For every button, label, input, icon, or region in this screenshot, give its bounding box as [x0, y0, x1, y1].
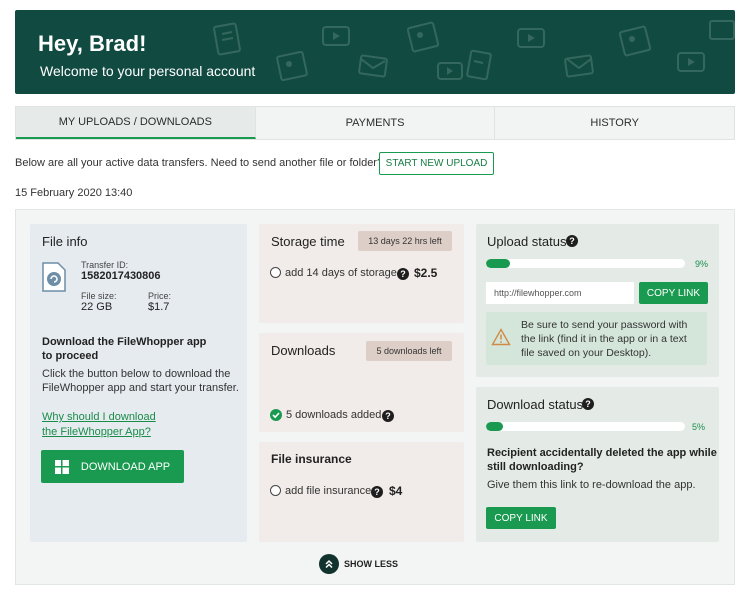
download-heading-line1: Download the FileWhopper app	[42, 336, 207, 348]
insurance-price: $4	[389, 484, 403, 498]
download-app-button[interactable]: DOWNLOAD APP	[41, 450, 184, 483]
transfer-date: 15 February 2020 13:40	[15, 187, 133, 199]
add-insurance-radio[interactable]	[270, 485, 281, 496]
storage-time-title: Storage time	[271, 234, 345, 249]
show-less-label: SHOW LESS	[344, 559, 399, 569]
video-icon	[437, 62, 463, 80]
upload-link-field[interactable]: http://filewhopper.com	[486, 282, 634, 304]
file-info-title: File info	[42, 234, 88, 249]
price-value: $1.7	[148, 301, 170, 313]
mail-icon	[709, 20, 735, 40]
downloads-badge: 5 downloads left	[366, 341, 452, 361]
download-app-label: DOWNLOAD APP	[80, 460, 171, 473]
mail-icon	[564, 54, 594, 78]
intro-text: Below are all your active data transfers…	[15, 157, 384, 169]
warning-line1: Be sure to send your password with	[521, 319, 688, 331]
upload-status-title: Upload status	[487, 234, 567, 249]
video-icon	[677, 52, 705, 72]
photo-icon	[406, 21, 440, 53]
chevron-up-icon	[319, 554, 339, 574]
video-icon	[322, 26, 350, 46]
warning-line3: file saved on your Desktop).	[521, 347, 652, 359]
help-icon[interactable]: ?	[582, 398, 594, 410]
greeting: Hey, Brad!	[38, 31, 147, 56]
file-icon	[42, 262, 66, 292]
tab-bar: MY UPLOADS / DOWNLOADS PAYMENTS HISTORY	[15, 106, 735, 140]
help-icon[interactable]: ?	[382, 410, 394, 422]
windows-icon	[54, 459, 69, 474]
add-storage-radio[interactable]	[270, 267, 281, 278]
warning-line2: the link (find it in the app or in a tex…	[521, 333, 687, 345]
tab-payments[interactable]: PAYMENTS	[256, 107, 496, 139]
recipient-text: Give them this link to re-download the a…	[487, 479, 696, 491]
help-icon[interactable]: ?	[371, 486, 383, 498]
why-download-link-line1[interactable]: Why should I download	[42, 410, 156, 425]
check-icon	[270, 409, 282, 421]
upload-progress-bar	[486, 259, 685, 268]
transfer-id-value: 1582017430806	[81, 270, 161, 282]
help-icon[interactable]: ?	[397, 268, 409, 280]
file-insurance-title: File insurance	[271, 452, 352, 466]
storage-price: $2.5	[414, 266, 438, 280]
document-icon	[466, 49, 492, 81]
downloads-added-label: 5 downloads added	[286, 409, 382, 421]
file-size-label: File size:	[81, 291, 117, 301]
transfer-id-label: Transfer ID:	[81, 260, 129, 270]
mail-icon	[358, 54, 388, 78]
upload-progress-fill	[486, 259, 511, 268]
storage-time-badge: 13 days 22 hrs left	[358, 231, 452, 251]
download-heading-line2: to proceed	[42, 350, 99, 362]
video-icon	[517, 28, 545, 48]
download-progress-fill	[486, 422, 503, 431]
file-size-value: 22 GB	[81, 301, 113, 313]
photo-icon	[276, 50, 308, 82]
price-label: Price:	[148, 291, 172, 301]
downloads-title: Downloads	[271, 343, 336, 358]
upload-progress-percent: 9%	[695, 259, 709, 269]
recipient-heading-line1: Recipient accidentally deleted the app w…	[487, 447, 717, 459]
download-copy-link-button[interactable]: COPY LINK	[486, 507, 556, 529]
welcome-subtitle: Welcome to your personal account	[40, 63, 256, 79]
why-download-link-line2[interactable]: the FileWhopper App?	[42, 425, 151, 440]
document-icon	[213, 22, 241, 56]
add-insurance-label: add file insurance	[285, 485, 372, 497]
photo-icon	[618, 25, 652, 57]
tab-history[interactable]: HISTORY	[495, 107, 734, 139]
download-text-line2: FileWhopper app and start your transfer.	[42, 382, 239, 394]
recipient-heading-line2: still downloading?	[487, 461, 584, 473]
upload-copy-link-button[interactable]: COPY LINK	[639, 282, 708, 304]
welcome-banner: Hey, Brad! Welcome to your personal acco…	[15, 10, 735, 94]
warning-icon	[491, 328, 511, 346]
help-icon[interactable]: ?	[566, 235, 578, 247]
show-less-button[interactable]: SHOW LESS	[319, 554, 398, 574]
start-new-upload-button[interactable]: START NEW UPLOAD	[379, 152, 494, 175]
add-storage-label: add 14 days of storage	[285, 267, 397, 279]
download-progress-bar	[486, 422, 685, 431]
download-status-title: Download status	[487, 397, 584, 412]
tab-uploads-downloads[interactable]: MY UPLOADS / DOWNLOADS	[16, 107, 256, 139]
download-progress-percent: 5%	[692, 422, 706, 432]
download-text-line1: Click the button below to download the	[42, 368, 231, 380]
